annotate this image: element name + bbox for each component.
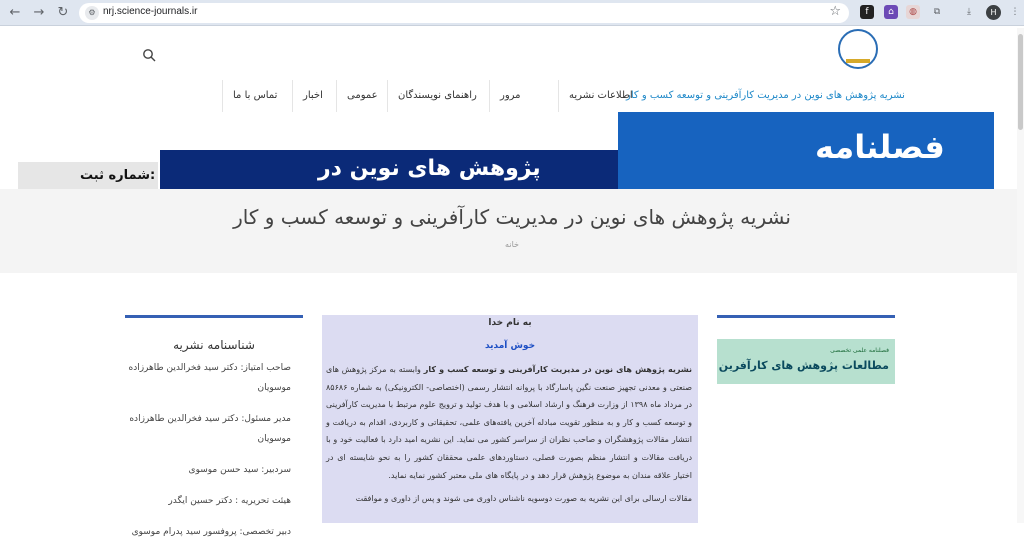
identity-heading: شناسنامه نشریه [173,338,255,352]
scrollbar-thumb[interactable] [1018,34,1023,130]
welcome-text: نشریه پژوهش های نوین در مدیریت کارآفرینی… [322,361,698,484]
welcome-body: وابسته به مرکز پژوهش های صنعتی و معدنی ت… [326,365,693,480]
page-title: نشریه پژوهش های نوین در مدیریت کارآفرینی… [233,205,791,229]
banner-text: شماره ثبت: [80,168,156,183]
extension-icon[interactable]: ⌂ [884,5,898,19]
panel-accent-bar [717,315,895,318]
menu-icon[interactable]: ⋮ [1008,5,1022,19]
identity-panel: شناسنامه نشریه صاحب امتیاز: دکتر سید فخر… [125,315,303,542]
identity-item: سردبیر: سید حسن موسوی [188,465,291,475]
nav-item-contact[interactable]: تماس با ما [222,80,287,112]
search-icon[interactable] [142,48,156,62]
cover-title: مطالعات پژوهش های کارآفرین [718,359,889,372]
identity-item: مدیر مسئول: دکتر سید فخرالدین طاهرزاده م… [129,414,291,444]
reload-icon[interactable]: ↻ [54,4,72,22]
welcome-paragraph: مقالات ارسالی برای این نشریه به صورت دوس… [355,494,692,504]
avatar[interactable]: H [986,5,1001,20]
nav-item-author-guide[interactable]: راهنمای نویسندگان [387,80,487,112]
welcome-panel: به نام خدا خوش آمدید نشریه پژوهش های نوی… [322,315,698,523]
forward-icon[interactable]: → [30,4,48,22]
identity-item: دبیر تخصصی: پروفسور سید پدرام موسوی [131,527,291,537]
back-icon[interactable]: ← [6,4,24,22]
page-scrollbar[interactable] [1017,28,1024,523]
nav-item-browse[interactable]: مرور [489,80,531,112]
extension-icon[interactable]: f [860,5,874,19]
side-panel-right: فصلنامه علمی تخصصی مطالعات پژوهش های کار… [717,315,895,384]
journal-name-bold: نشریه پژوهش های نوین در مدیریت کارآفرینی… [423,365,692,374]
browser-toolbar: ← → ↻ ⚙ nrj.science-journals.ir ☆ f ⌂ ◍ … [0,0,1024,26]
address-bar[interactable]: ⚙ nrj.science-journals.ir ☆ [79,3,849,23]
site-info-icon[interactable]: ⚙ [85,6,99,20]
welcome-subheading: خوش آمدید [484,341,536,351]
nav-item-info[interactable]: اطلاعات نشریه [558,80,643,112]
title-band [0,189,1024,273]
extensions-puzzle-icon[interactable]: ⧉ [930,5,944,19]
extension-icon[interactable]: ◍ [906,5,920,19]
nav-item-news[interactable]: اخبار [292,80,333,112]
journal-cover-image[interactable]: فصلنامه علمی تخصصی مطالعات پژوهش های کار… [717,339,895,384]
panel-accent-bar [125,315,303,318]
welcome-heading: به نام خدا [488,318,532,328]
identity-item: صاحب امتیاز: دکتر سید فخرالدین طاهرزاده … [128,363,291,393]
identity-item: هیئت تحریریه : دکتر حسین ایگدر [168,496,291,506]
cover-subtitle: فصلنامه علمی تخصصی [830,347,889,354]
bookmark-star-icon[interactable]: ☆ [829,4,841,19]
nav-item-journal[interactable]: نشریه پژوهش های نوین در مدیریت کارآفرینی… [616,80,915,112]
url-text[interactable]: nrj.science-journals.ir [103,6,197,17]
nav-item-general[interactable]: عمومی [336,80,388,112]
banner-text: فصلنامه [815,128,945,166]
banner-text: پژوهش های نوین در [318,156,541,181]
site-logo[interactable] [838,29,878,69]
download-icon[interactable]: ⤓ [962,5,976,19]
breadcrumb[interactable]: خانه [0,240,1024,249]
